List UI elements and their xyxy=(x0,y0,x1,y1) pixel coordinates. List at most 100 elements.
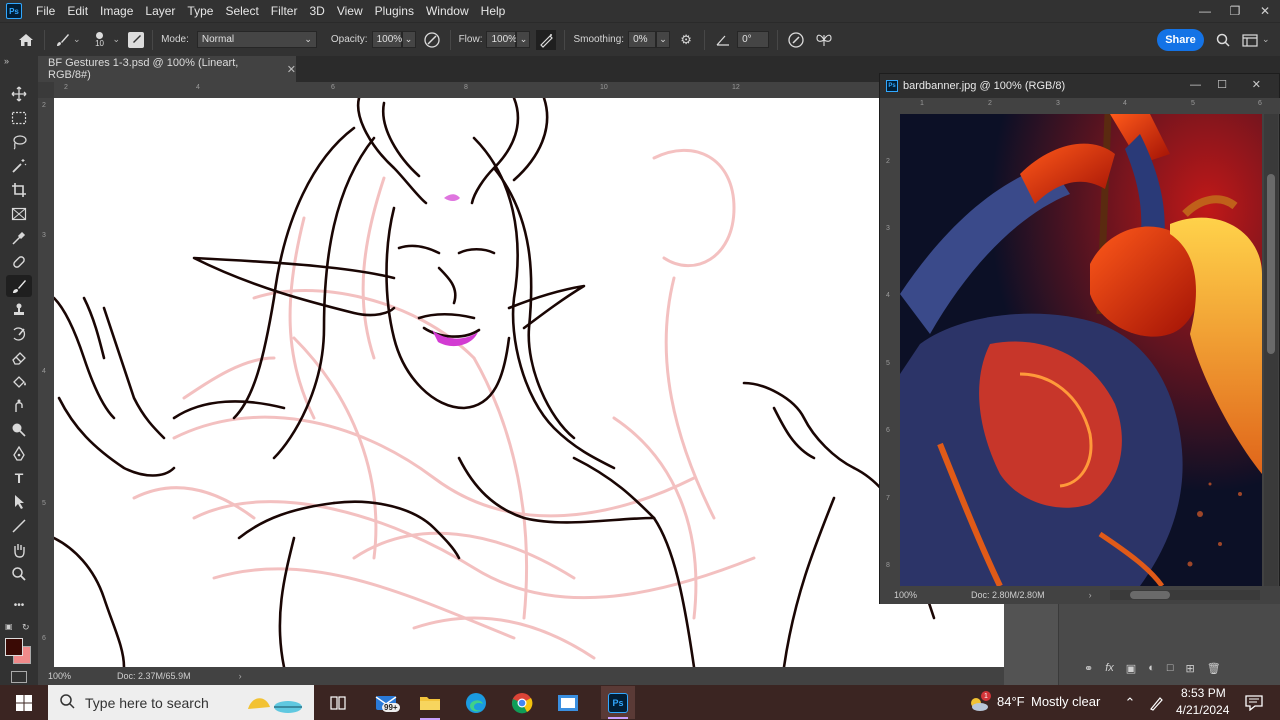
floating-window-titlebar[interactable]: Ps bardbanner.jpg @ 100% (RGB/8) — ☐ ✕ xyxy=(880,74,1279,98)
lasso-tool-icon[interactable] xyxy=(6,131,32,153)
smoothing-input[interactable]: 0% xyxy=(628,31,657,48)
minimize-icon[interactable]: — xyxy=(1190,79,1201,91)
chevron-down-icon[interactable]: ⌄ xyxy=(1262,34,1270,45)
opacity-input[interactable]: 100% xyxy=(371,31,402,48)
path-selection-tool-icon[interactable] xyxy=(6,491,32,513)
close-icon[interactable]: ✕ xyxy=(1252,78,1261,91)
brush-tool-preset-icon[interactable] xyxy=(53,30,73,50)
frame-tool-icon[interactable] xyxy=(6,203,32,225)
add-mask-icon[interactable]: ▣ xyxy=(1126,662,1136,675)
windows-start-icon[interactable] xyxy=(10,689,38,717)
share-button[interactable]: Share xyxy=(1157,29,1204,51)
chevron-down-icon[interactable]: ⌄ xyxy=(73,34,81,45)
collapse-icon[interactable]: » xyxy=(4,56,9,66)
smudge-tool-icon[interactable] xyxy=(6,395,32,417)
close-icon[interactable]: ✕ xyxy=(287,63,296,76)
mode-select[interactable]: Normal ⌄ xyxy=(196,31,317,48)
zoom-tool-icon[interactable] xyxy=(6,563,32,585)
fx-icon[interactable]: fx xyxy=(1105,662,1114,675)
move-tool-icon[interactable] xyxy=(6,83,32,105)
new-group-icon[interactable]: □ xyxy=(1167,662,1174,675)
edge-browser-icon[interactable] xyxy=(462,689,490,717)
chevron-down-icon[interactable]: ⌄ xyxy=(516,31,531,48)
brush-tool-icon[interactable] xyxy=(6,275,32,297)
link-layers-icon[interactable]: ⚭ xyxy=(1084,662,1093,675)
menu-plugins[interactable]: Plugins xyxy=(369,0,420,22)
stamp-tool-icon[interactable] xyxy=(6,299,32,321)
airbrush-icon[interactable] xyxy=(536,29,557,50)
notifications-icon[interactable] xyxy=(1240,689,1268,717)
taskbar-search-box[interactable]: Type here to search xyxy=(48,685,314,720)
close-icon[interactable]: ✕ xyxy=(1250,0,1280,22)
chevron-right-icon[interactable]: › xyxy=(1089,590,1092,600)
horizontal-scrollbar[interactable] xyxy=(1109,590,1260,600)
menu-3d[interactable]: 3D xyxy=(303,0,330,22)
history-brush-tool-icon[interactable] xyxy=(6,323,32,345)
vertical-scrollbar[interactable] xyxy=(1264,114,1278,586)
menu-filter[interactable]: Filter xyxy=(265,0,304,22)
menu-help[interactable]: Help xyxy=(475,0,512,22)
weather-icon[interactable]: 1 xyxy=(965,689,993,717)
eraser-tool-icon[interactable] xyxy=(6,347,32,369)
clock-time[interactable]: 8:53 PM xyxy=(1181,686,1226,700)
pressure-size-icon[interactable] xyxy=(786,30,806,50)
minimize-icon[interactable]: — xyxy=(1190,0,1220,22)
menu-layer[interactable]: Layer xyxy=(139,0,181,22)
menu-file[interactable]: File xyxy=(30,0,61,22)
eyedropper-tool-icon[interactable] xyxy=(6,227,32,249)
quick-mask-icon[interactable] xyxy=(11,671,27,683)
trash-icon[interactable]: 🗑 xyxy=(1207,662,1221,675)
pen-tool-icon[interactable] xyxy=(6,443,32,465)
floating-zoom-level[interactable]: 100% xyxy=(894,590,917,600)
symmetry-butterfly-icon[interactable] xyxy=(814,30,834,50)
chevron-right-icon[interactable]: › xyxy=(239,671,242,681)
default-colors-icon[interactable]: ▣ xyxy=(5,622,13,631)
paint-bucket-tool-icon[interactable] xyxy=(6,371,32,393)
healing-brush-tool-icon[interactable] xyxy=(6,251,32,273)
chevron-up-icon[interactable]: ⌃ xyxy=(1116,689,1144,717)
maximize-icon[interactable]: ☐ xyxy=(1217,78,1227,91)
menu-edit[interactable]: Edit xyxy=(61,0,94,22)
dodge-tool-icon[interactable] xyxy=(6,419,32,441)
chevron-down-icon[interactable]: ⌄ xyxy=(656,31,671,48)
menu-image[interactable]: Image xyxy=(94,0,139,22)
home-icon[interactable] xyxy=(16,30,36,50)
type-tool-icon[interactable]: T xyxy=(6,467,32,489)
weather-description[interactable]: Mostly clear xyxy=(1031,694,1100,709)
chevron-down-icon[interactable]: ⌄ xyxy=(401,31,416,48)
floating-document-window[interactable]: Ps bardbanner.jpg @ 100% (RGB/8) — ☐ ✕ 1… xyxy=(879,73,1280,604)
whiteboard-app-icon[interactable] xyxy=(554,689,582,717)
magic-wand-tool-icon[interactable] xyxy=(6,155,32,177)
file-explorer-icon[interactable] xyxy=(416,689,444,720)
new-layer-icon[interactable]: ⊞ xyxy=(1186,662,1195,675)
search-icon[interactable] xyxy=(1213,30,1233,50)
clock-date[interactable]: 4/21/2024 xyxy=(1176,703,1229,717)
line-tool-icon[interactable] xyxy=(6,515,32,537)
scrollbar-thumb[interactable] xyxy=(1267,174,1275,354)
chevron-down-icon[interactable]: ⌄ xyxy=(113,34,121,45)
zoom-level[interactable]: 100% xyxy=(48,671,71,681)
task-view-icon[interactable] xyxy=(324,689,352,717)
angle-input[interactable]: 0° xyxy=(737,31,770,48)
weather-temperature[interactable]: 84°F xyxy=(997,694,1025,709)
menu-view[interactable]: View xyxy=(331,0,369,22)
workspace-icon[interactable] xyxy=(1240,30,1260,50)
swap-colors-icon[interactable]: ↻ xyxy=(22,622,30,633)
chrome-browser-icon[interactable] xyxy=(508,689,536,717)
brush-size-picker[interactable]: 10 xyxy=(89,31,111,48)
restore-icon[interactable]: ❐ xyxy=(1220,0,1250,22)
menu-window[interactable]: Window xyxy=(420,0,475,22)
pen-tablet-icon[interactable] xyxy=(1142,689,1170,717)
foreground-color-swatch[interactable] xyxy=(5,638,23,656)
scrollbar-thumb[interactable] xyxy=(1129,591,1170,599)
document-canvas[interactable] xyxy=(54,98,1004,667)
more-tools-icon[interactable]: ••• xyxy=(6,594,32,616)
photoshop-taskbar-icon[interactable]: Ps xyxy=(601,686,635,719)
document-tab[interactable]: BF Gestures 1-3.psd @ 100% (Lineart, RGB… xyxy=(38,56,296,82)
gear-icon[interactable]: ⚙ xyxy=(676,30,696,50)
brush-settings-icon[interactable] xyxy=(128,31,145,48)
menu-select[interactable]: Select xyxy=(219,0,264,22)
mail-icon[interactable]: 99+ xyxy=(372,689,400,717)
flow-input[interactable]: 100% xyxy=(486,31,517,48)
crop-tool-icon[interactable] xyxy=(6,179,32,201)
